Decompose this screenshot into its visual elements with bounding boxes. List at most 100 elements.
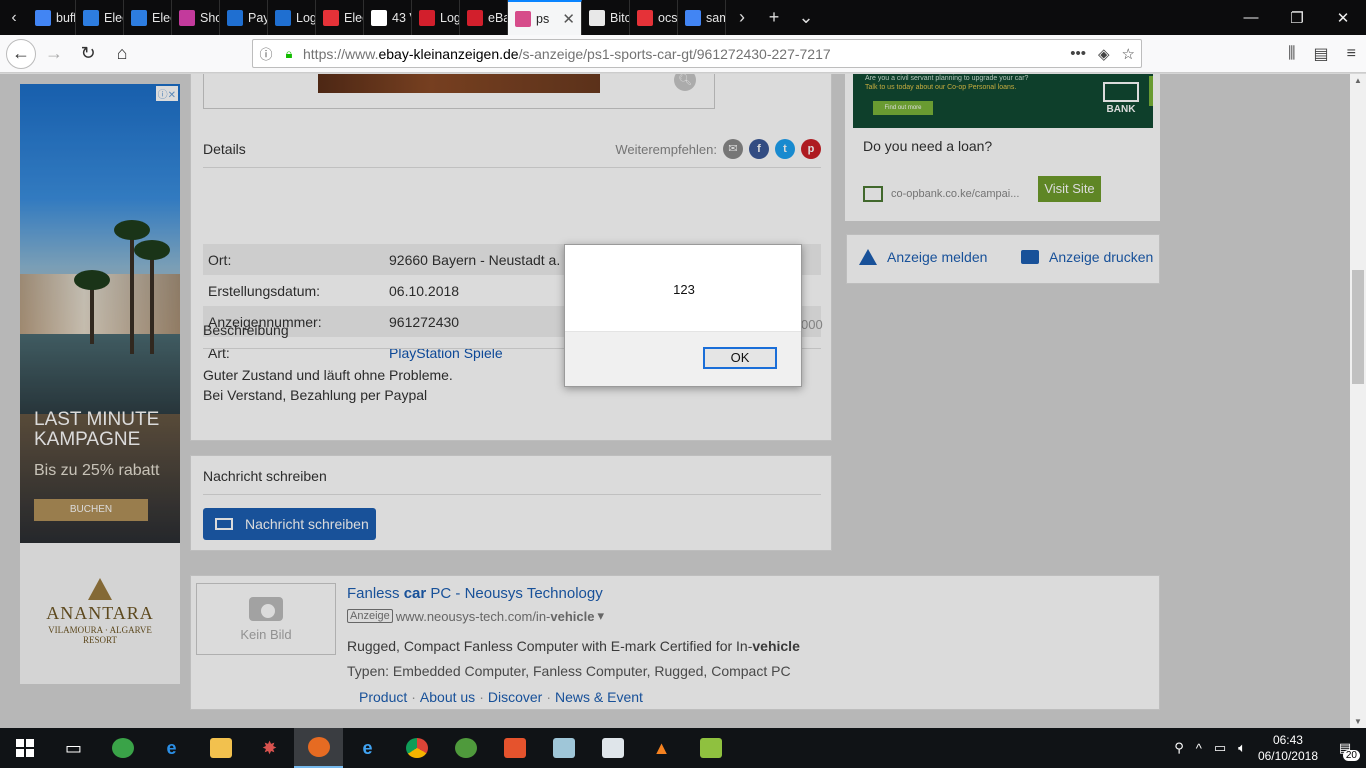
app-chart-icon[interactable] <box>686 728 735 768</box>
vlc-icon[interactable]: ▲ <box>637 728 686 768</box>
tab-title: PayPal <box>248 10 267 25</box>
notification-count: 20 <box>1342 750 1360 761</box>
url-text[interactable]: https://www.ebay-kleinanzeigen.de/s-anze… <box>303 46 831 62</box>
browser-tab[interactable]: Electro <box>316 0 364 35</box>
google-icon <box>35 9 51 26</box>
browser-tab[interactable]: eBay K <box>460 0 508 35</box>
action-center-icon[interactable]: ▤ 20 <box>1330 733 1360 763</box>
tab-strip: ‹ buffer Electro Electro Shown PayPal Log in E… <box>0 0 1366 35</box>
tab-title: Bitcoin <box>610 10 629 25</box>
tab-list-dropdown-icon[interactable]: ⌄ <box>790 0 822 35</box>
battery-icon[interactable]: ▭ <box>1214 740 1226 756</box>
app-red-icon[interactable] <box>490 728 539 768</box>
tab-title: eBay K <box>488 10 507 25</box>
system-tray: ⚲ ^ ▭ 🔈︎ 06:43 06/10/2018 ▤ 20 <box>1174 732 1366 764</box>
browser-tab[interactable]: Bitcoin <box>582 0 630 35</box>
browser-tab[interactable]: same <box>678 0 726 35</box>
task-view-icon[interactable]: ▭ <box>49 728 98 768</box>
people-icon[interactable]: ⚲ <box>1174 740 1184 756</box>
tab-list: buffer Electro Electro Shown PayPal Log in Ele… <box>28 0 726 35</box>
alert-ok-button[interactable]: OK <box>703 347 777 369</box>
tab-title: same <box>706 10 725 25</box>
app-tools-icon[interactable]: ✸ <box>245 728 294 768</box>
windows-taskbar: ▭ e ✸ e ▲ ⚲ ^ ▭ 🔈︎ 06:43 06/10/2018 ▤ 20 <box>0 728 1366 768</box>
pocket-icon[interactable]: ◈ <box>1098 45 1110 63</box>
app-green-globe-icon[interactable] <box>98 728 147 768</box>
show-hidden-icons-icon[interactable]: ^ <box>1196 741 1202 756</box>
tab-title: 43 Visa <box>392 10 411 25</box>
browser-tab[interactable]: Login <box>412 0 460 35</box>
modal-overlay <box>0 74 1350 728</box>
reload-icon[interactable]: ↻ <box>72 38 104 70</box>
file-explorer-icon[interactable] <box>196 728 245 768</box>
restore-icon[interactable]: ❐ <box>1274 0 1320 35</box>
tab-title: buffer <box>56 10 75 25</box>
tab-title: Electro <box>152 10 171 25</box>
tab-title: Login <box>440 10 459 25</box>
opera-icon <box>467 9 483 26</box>
scroll-thumb[interactable] <box>1352 270 1364 384</box>
browser-tab[interactable]: ps ✕ <box>508 0 582 35</box>
page-actions-icon[interactable]: ••• <box>1070 45 1086 62</box>
browser-tab[interactable]: Electro <box>124 0 172 35</box>
start-button[interactable] <box>0 728 49 768</box>
window-controls: — ❐ ✕ <box>1228 0 1366 35</box>
navigation-toolbar: ← → ↻ ⌂ ⓘ 🔒︎ https://www.ebay-kleinanzei… <box>0 35 1366 73</box>
tab-title: Electro <box>104 10 123 25</box>
paypal-icon <box>227 9 243 26</box>
tab-title: Shown <box>200 10 219 25</box>
scroll-down-icon[interactable]: ▼ <box>1350 717 1366 726</box>
ebay-colors-icon <box>637 9 653 26</box>
internet-explorer-icon[interactable]: e <box>343 728 392 768</box>
photos-icon[interactable] <box>588 728 637 768</box>
tab-scroll-left-icon[interactable]: ‹ <box>0 0 28 35</box>
alert-message: 123 <box>673 282 695 297</box>
ebay-colors-icon <box>323 9 339 26</box>
system-clock[interactable]: 06:43 06/10/2018 <box>1258 732 1318 764</box>
bee-icon <box>371 9 387 26</box>
page-scrollbar[interactable]: ▲ ▼ <box>1350 74 1366 728</box>
electrum-icon <box>131 9 147 26</box>
minimize-icon[interactable]: — <box>1228 0 1274 35</box>
scroll-up-icon[interactable]: ▲ <box>1350 76 1366 85</box>
edge-icon[interactable]: e <box>147 728 196 768</box>
chrome-icon[interactable] <box>392 728 441 768</box>
browser-tab[interactable]: Electro <box>76 0 124 35</box>
browser-tab[interactable]: buffer <box>28 0 76 35</box>
browser-tab[interactable]: Log in <box>268 0 316 35</box>
bitcoin-talk-icon <box>589 9 605 26</box>
paypal-icon <box>275 9 291 26</box>
electrum-icon <box>83 9 99 26</box>
browser-tab[interactable]: 43 Visa <box>364 0 412 35</box>
close-tab-icon[interactable]: ✕ <box>562 10 575 28</box>
alert-dialog: 123 OK <box>564 244 802 387</box>
browser-tab[interactable]: ocsres <box>630 0 678 35</box>
back-icon[interactable]: ← <box>6 38 36 69</box>
bookmark-star-icon[interactable]: ☆ <box>1122 45 1135 63</box>
sidebar-icon[interactable]: ▤ <box>1314 44 1329 64</box>
close-window-icon[interactable]: ✕ <box>1320 0 1366 35</box>
site-info-icon[interactable]: ⓘ <box>253 44 279 63</box>
opera-icon <box>419 9 435 26</box>
globe-app-icon[interactable] <box>441 728 490 768</box>
lock-icon: 🔒︎ <box>285 45 293 61</box>
forward-icon[interactable]: → <box>38 38 70 70</box>
home-icon[interactable]: ⌂ <box>106 38 138 70</box>
url-bar[interactable]: ⓘ 🔒︎ https://www.ebay-kleinanzeigen.de/s… <box>252 39 1142 68</box>
volume-icon[interactable]: 🔈︎ <box>1238 740 1246 756</box>
windows-logo-icon <box>15 739 34 757</box>
menu-icon[interactable]: ≡ <box>1347 45 1356 63</box>
kleinanzeigen-icon <box>515 10 531 27</box>
tab-title: Electro <box>344 10 363 25</box>
tab-scroll-right-icon[interactable]: › <box>726 0 758 35</box>
tab-title: ocsres <box>658 10 677 25</box>
tab-title: ps <box>536 11 550 26</box>
alert-footer: OK <box>565 331 801 386</box>
tab-title: Log in <box>296 10 315 25</box>
firefox-icon[interactable] <box>294 728 343 768</box>
browser-tab[interactable]: PayPal <box>220 0 268 35</box>
new-tab-icon[interactable]: + <box>758 0 790 35</box>
browser-tab[interactable]: Shown <box>172 0 220 35</box>
app-book-icon[interactable] <box>539 728 588 768</box>
library-icon[interactable]: ⫼ <box>1288 45 1295 63</box>
